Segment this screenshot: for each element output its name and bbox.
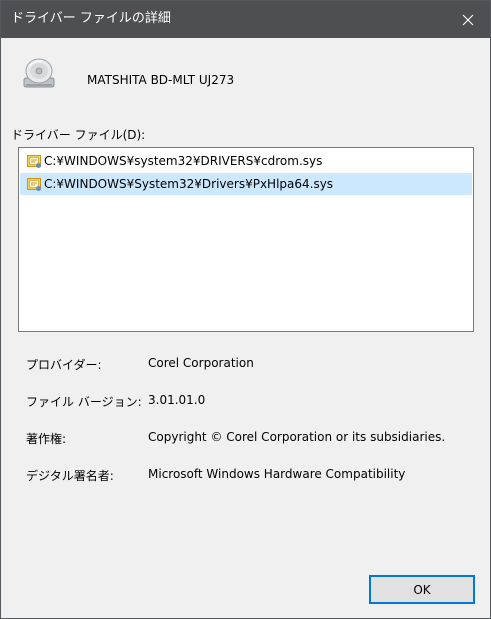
copyright-value: Copyright © Corel Corporation or its sub… (148, 430, 446, 444)
title-bar[interactable]: ドライバー ファイルの詳細 (1, 1, 490, 38)
optical-drive-icon (22, 57, 58, 91)
file-path: C:¥WINDOWS¥system32¥DRIVERS¥cdrom.sys (44, 154, 323, 168)
close-icon (462, 14, 474, 26)
driver-file-icon (26, 176, 42, 192)
driver-file-icon (26, 153, 42, 169)
digital-signer-label: デジタル署名者: (26, 469, 114, 483)
digital-signer-value: Microsoft Windows Hardware Compatibility (148, 467, 406, 481)
provider-label: プロバイダー: (26, 358, 102, 372)
window-title: ドライバー ファイルの詳細 (11, 11, 171, 26)
close-button[interactable] (446, 1, 490, 38)
file-version-value: 3.01.01.0 (148, 393, 206, 407)
list-item[interactable]: C:¥WINDOWS¥system32¥DRIVERS¥cdrom.sys (20, 150, 472, 172)
driver-files-list[interactable]: C:¥WINDOWS¥system32¥DRIVERS¥cdrom.sys C:… (18, 147, 474, 332)
provider-value: Corel Corporation (148, 356, 254, 370)
driver-file-details-dialog: ドライバー ファイルの詳細 MATSHITA BD-MLT UJ273 ドライバ… (0, 0, 491, 619)
file-version-label: ファイル バージョン: (26, 395, 142, 409)
list-item-selected[interactable]: C:¥WINDOWS¥System32¥Drivers¥PxHlpa64.sys (20, 173, 472, 195)
device-name: MATSHITA BD-MLT UJ273 (87, 73, 235, 87)
file-path: C:¥WINDOWS¥System32¥Drivers¥PxHlpa64.sys (44, 177, 334, 191)
ok-button[interactable]: OK (369, 575, 475, 604)
driver-files-label: ドライバー ファイル(D): (11, 128, 146, 142)
copyright-label: 著作権: (26, 432, 67, 446)
